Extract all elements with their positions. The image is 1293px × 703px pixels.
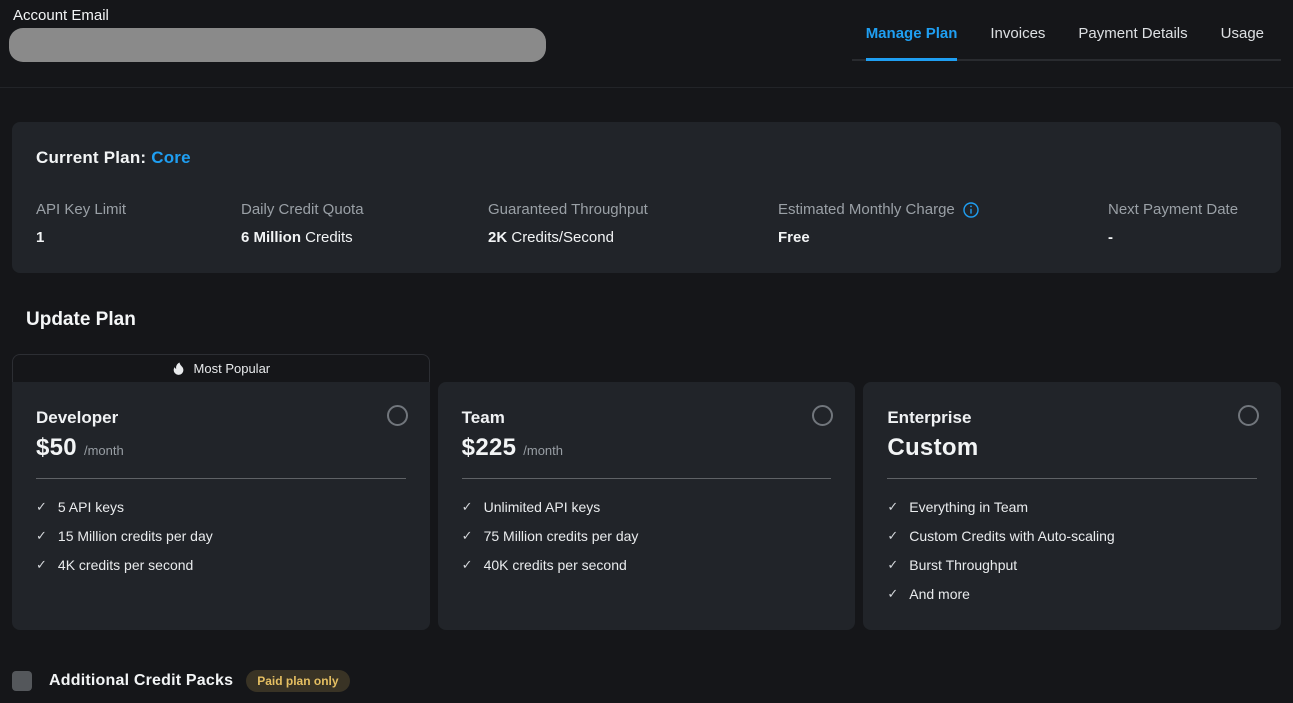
- check-icon: ✓: [36, 557, 47, 573]
- check-icon: ✓: [887, 499, 898, 515]
- feature-item: ✓75 Million credits per day: [462, 521, 832, 550]
- feature-item: ✓40K credits per second: [462, 550, 832, 579]
- plan-column-enterprise: Enterprise Custom ✓Everything in Team ✓C…: [863, 354, 1281, 630]
- stat-label: Estimated Monthly Charge: [778, 201, 955, 218]
- tab-usage[interactable]: Usage: [1221, 25, 1264, 61]
- check-icon: ✓: [462, 499, 473, 515]
- stat-label: Guaranteed Throughput: [488, 201, 648, 218]
- credit-packs-label: Additional Credit Packs: [49, 672, 233, 690]
- feature-item: ✓15 Million credits per day: [36, 521, 406, 550]
- feature-list: ✓5 API keys ✓15 Million credits per day …: [36, 492, 406, 579]
- stat-value: 6 Million Credits: [241, 229, 488, 246]
- current-plan-card: Current Plan: Core API Key Limit 1 Daily…: [12, 122, 1281, 273]
- current-plan-title: Current Plan: Core: [36, 148, 1257, 168]
- stat-label: API Key Limit: [36, 201, 126, 218]
- plan-column-team: Team $225 /month ✓Unlimited API keys ✓75…: [438, 354, 856, 630]
- plan-price: $50 /month: [36, 434, 406, 462]
- feature-item: ✓Burst Throughput: [887, 550, 1257, 579]
- tab-invoices[interactable]: Invoices: [990, 25, 1045, 61]
- stat-value: Free: [778, 229, 1108, 246]
- feature-item: ✓5 API keys: [36, 492, 406, 521]
- stat-estimated-monthly-charge: Estimated Monthly Charge Free: [778, 201, 1108, 246]
- stat-label: Next Payment Date: [1108, 201, 1238, 218]
- feature-item: ✓4K credits per second: [36, 550, 406, 579]
- plan-price: $225 /month: [462, 434, 832, 462]
- current-plan-name: Core: [151, 148, 191, 167]
- plan-name: Enterprise: [887, 408, 1257, 428]
- feature-item: ✓Custom Credits with Auto-scaling: [887, 521, 1257, 550]
- feature-list: ✓Everything in Team ✓Custom Credits with…: [887, 492, 1257, 608]
- check-icon: ✓: [887, 557, 898, 573]
- credit-packs-row: Additional Credit Packs Paid plan only: [12, 670, 1293, 692]
- credit-packs-checkbox[interactable]: [12, 671, 32, 691]
- plan-radio-developer[interactable]: [387, 405, 408, 426]
- divider: [36, 478, 406, 479]
- plan-card-team[interactable]: Team $225 /month ✓Unlimited API keys ✓75…: [438, 382, 856, 630]
- stat-label: Daily Credit Quota: [241, 201, 364, 218]
- plan-card-developer[interactable]: Developer $50 /month ✓5 API keys ✓15 Mil…: [12, 382, 430, 630]
- tab-payment-details[interactable]: Payment Details: [1078, 25, 1187, 61]
- plan-name: Team: [462, 408, 832, 428]
- divider: [462, 478, 832, 479]
- feature-item: ✓Everything in Team: [887, 492, 1257, 521]
- account-email-block: Account Email: [11, 7, 546, 62]
- info-icon[interactable]: [963, 202, 979, 218]
- plan-card-enterprise[interactable]: Enterprise Custom ✓Everything in Team ✓C…: [863, 382, 1281, 630]
- header: Account Email Manage Plan Invoices Payme…: [0, 0, 1293, 88]
- check-icon: ✓: [36, 499, 47, 515]
- most-popular-label: Most Popular: [194, 361, 271, 376]
- plans-row: Most Popular Developer $50 /month ✓5 API…: [12, 354, 1281, 630]
- account-email-field[interactable]: [9, 28, 546, 62]
- update-plan-heading: Update Plan: [26, 309, 1293, 331]
- flame-icon: [172, 362, 186, 376]
- account-email-label: Account Email: [13, 7, 546, 24]
- feature-item: ✓And more: [887, 579, 1257, 608]
- feature-list: ✓Unlimited API keys ✓75 Million credits …: [462, 492, 832, 579]
- stat-value: 2K Credits/Second: [488, 229, 778, 246]
- plan-column-developer: Most Popular Developer $50 /month ✓5 API…: [12, 354, 430, 630]
- check-icon: ✓: [887, 586, 898, 602]
- check-icon: ✓: [462, 557, 473, 573]
- tab-bar: Manage Plan Invoices Payment Details Usa…: [852, 0, 1281, 61]
- stat-value: -: [1108, 229, 1257, 246]
- feature-item: ✓Unlimited API keys: [462, 492, 832, 521]
- current-plan-stats: API Key Limit 1 Daily Credit Quota 6 Mil…: [36, 201, 1257, 246]
- stat-api-key-limit: API Key Limit 1: [36, 201, 241, 246]
- paid-plan-only-badge: Paid plan only: [246, 670, 349, 692]
- stat-value: 1: [36, 229, 241, 246]
- plan-price: Custom: [887, 434, 1257, 462]
- stat-guaranteed-throughput: Guaranteed Throughput 2K Credits/Second: [488, 201, 778, 246]
- plan-name: Developer: [36, 408, 406, 428]
- most-popular-banner: Most Popular: [12, 354, 430, 382]
- check-icon: ✓: [36, 528, 47, 544]
- stat-daily-credit-quota: Daily Credit Quota 6 Million Credits: [241, 201, 488, 246]
- stat-next-payment-date: Next Payment Date -: [1108, 201, 1257, 246]
- check-icon: ✓: [887, 528, 898, 544]
- tab-manage-plan[interactable]: Manage Plan: [866, 25, 958, 61]
- current-plan-title-prefix: Current Plan:: [36, 148, 146, 167]
- check-icon: ✓: [462, 528, 473, 544]
- plan-radio-enterprise[interactable]: [1238, 405, 1259, 426]
- divider: [887, 478, 1257, 479]
